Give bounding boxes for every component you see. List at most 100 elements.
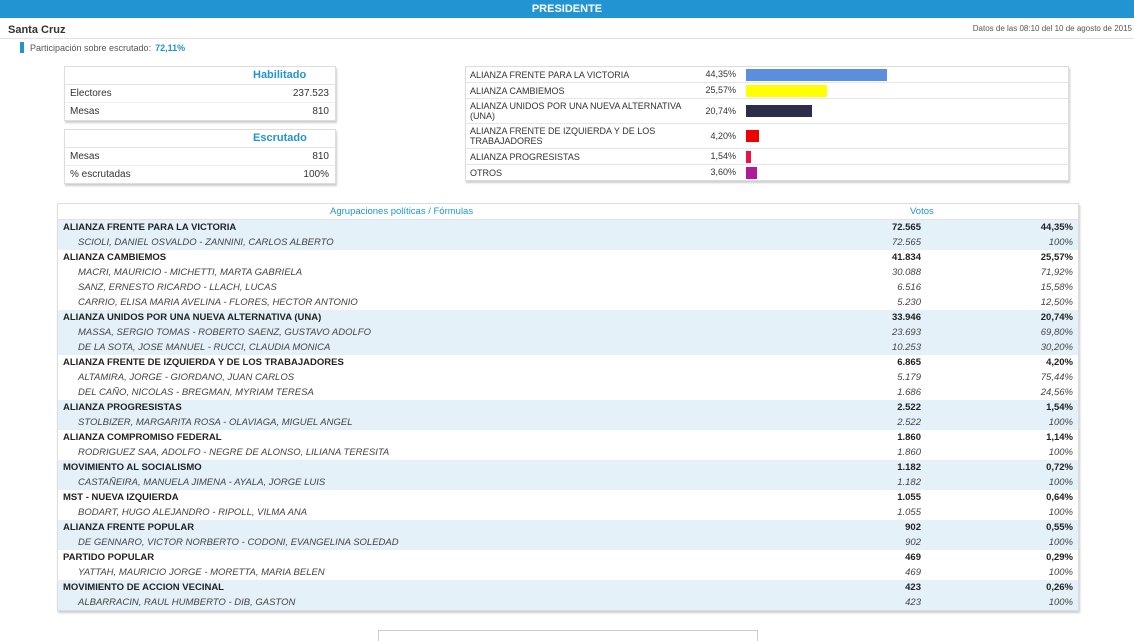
row-percent: 69,80%: [1040, 327, 1073, 338]
row-name: SANZ, ERNESTO RICARDO - LLACH, LUCAS: [78, 282, 277, 293]
row-votes: 1.860: [897, 447, 921, 458]
row-votes: 6.865: [897, 357, 921, 368]
bar-row: ALIANZA UNIDOS POR UNA NUEVA ALTERNATIVA…: [466, 99, 1068, 124]
bar-label: OTROS: [470, 168, 503, 178]
row-percent: 4,20%: [1046, 357, 1073, 368]
table-header: Agrupaciones políticas / Fórmulas Votos: [58, 204, 1078, 220]
row-votes: 902: [905, 537, 921, 548]
bar-label: ALIANZA FRENTE DE IZQUIERDA Y DE LOS TRA…: [470, 126, 656, 146]
row-votes: 2.522: [897, 417, 921, 428]
candidate-row: CARRIO, ELISA MARIA AVELINA - FLORES, HE…: [58, 295, 1078, 310]
escrutado-title: Escrutado: [65, 130, 335, 148]
bar-row: ALIANZA CAMBIEMOS 25,57%: [466, 83, 1068, 99]
row-value: 810: [312, 151, 329, 162]
candidate-row: STOLBIZER, MARGARITA ROSA - OLAVIAGA, MI…: [58, 415, 1078, 430]
row-percent: 0,29%: [1046, 552, 1073, 563]
row-votes: 2.522: [897, 402, 921, 413]
results-bar-chart: ALIANZA FRENTE PARA LA VICTORIA 44,35% ALI…: [465, 66, 1069, 181]
row-votes: 469: [905, 552, 921, 563]
row-name: ALIANZA FRENTE PARA LA VICTORIA: [63, 222, 237, 233]
row-votes: 1.860: [897, 432, 921, 443]
row-votes: 5.230: [897, 297, 921, 308]
row-votes: 469: [905, 567, 921, 578]
row-percent: 20,74%: [1040, 312, 1073, 323]
row-name: DEL CAÑO, NICOLAS - BREGMAN, MYRIAM TERE…: [78, 387, 314, 398]
party-row: ALIANZA UNIDOS POR UNA NUEVA ALTERNATIVA…: [58, 310, 1078, 325]
habilitado-title: Habilitado: [65, 67, 335, 85]
row-percent: 100%: [1048, 447, 1073, 458]
row-name: MASSA, SERGIO TOMAS - ROBERTO SAENZ, GUS…: [78, 327, 371, 338]
column-header-votes: Votos: [910, 206, 934, 217]
escrutado-box: Escrutado Mesas 810 % escrutadas 100%: [64, 129, 336, 184]
row-name: CASTAÑEIRA, MANUELA JIMENA - AYALA, JORG…: [78, 477, 326, 488]
row-name: ALTAMIRA, JORGE - GIORDANO, JUAN CARLOS: [78, 372, 295, 383]
row-percent: 44,35%: [1040, 222, 1073, 233]
bar-mark: [746, 105, 812, 117]
divider: [0, 38, 1134, 39]
column-header-parties: Agrupaciones políticas / Fórmulas: [330, 206, 474, 217]
row-percent: 100%: [1048, 537, 1073, 548]
row-name: SCIOLI, DANIEL OSVALDO - ZANNINI, CARLOS…: [78, 237, 334, 248]
row-percent: 0,72%: [1046, 462, 1073, 473]
row-name: MOVIMIENTO DE ACCION VECINAL: [63, 582, 224, 593]
row-votes: 902: [905, 522, 921, 533]
row-percent: 100%: [1048, 507, 1073, 518]
party-row: ALIANZA FRENTE POPULAR 902 0,55%: [58, 520, 1078, 535]
row-name: DE LA SOTA, JOSE MANUEL - RUCCI, CLAUDIA…: [78, 342, 331, 353]
bottom-panel-edge: [378, 630, 758, 641]
habilitado-row: Mesas 810: [65, 103, 335, 120]
bar-mark: [746, 151, 751, 163]
row-name: STOLBIZER, MARGARITA ROSA - OLAVIAGA, MI…: [78, 417, 353, 428]
row-name: MACRI, MAURICIO - MICHETTI, MARTA GABRIE…: [78, 267, 303, 278]
escrutado-row: Mesas 810: [65, 148, 335, 166]
row-label: Mesas: [70, 106, 100, 117]
row-votes: 23.693: [891, 327, 921, 338]
bar-percent: 25,57%: [705, 85, 736, 95]
region-name: Santa Cruz: [8, 24, 66, 36]
row-name: ALIANZA FRENTE DE IZQUIERDA Y DE LOS TRA…: [63, 357, 344, 368]
row-votes: 423: [905, 582, 921, 593]
party-row: MST - NUEVA IZQUIERDA 1.055 0,64%: [58, 490, 1078, 505]
row-percent: 30,20%: [1040, 342, 1073, 353]
row-name: PARTIDO POPULAR: [63, 552, 155, 563]
row-name: RODRIGUEZ SAA, ADOLFO - NEGRE DE ALONSO,…: [78, 447, 390, 458]
row-name: ALIANZA COMPROMISO FEDERAL: [63, 432, 222, 443]
row-votes: 423: [905, 597, 921, 608]
habilitado-row: Electores 237.523: [65, 85, 335, 103]
row-percent: 12,50%: [1040, 297, 1073, 308]
candidate-row: DEL CAÑO, NICOLAS - BREGMAN, MYRIAM TERE…: [58, 385, 1078, 400]
party-row: ALIANZA PROGRESISTAS 2.522 1,54%: [58, 400, 1078, 415]
row-name: DE GENNARO, VICTOR NORBERTO - CODONI, EV…: [78, 537, 399, 548]
bar-row: ALIANZA PROGRESISTAS 1,54%: [466, 149, 1068, 165]
row-value: 100%: [303, 169, 329, 180]
row-name: ALIANZA UNIDOS POR UNA NUEVA ALTERNATIVA…: [63, 312, 322, 323]
row-name: ALIANZA PROGRESISTAS: [63, 402, 182, 413]
bar-label: ALIANZA CAMBIEMOS: [470, 86, 565, 96]
row-percent: 0,64%: [1046, 492, 1073, 503]
candidate-row: SCIOLI, DANIEL OSVALDO - ZANNINI, CARLOS…: [58, 235, 1078, 250]
row-label: % escrutadas: [70, 169, 131, 180]
row-votes: 72.565: [891, 222, 921, 233]
participation-summary: Participación sobre escrutado: 72,11%: [20, 42, 186, 54]
party-row: ALIANZA COMPROMISO FEDERAL 1.860 1,14%: [58, 430, 1078, 445]
participation-label: Participación sobre escrutado:: [30, 43, 152, 53]
party-row: ALIANZA FRENTE DE IZQUIERDA Y DE LOS TRA…: [58, 355, 1078, 370]
row-votes: 1.055: [897, 492, 921, 503]
candidate-row: ALBARRACIN, RAUL HUMBERTO - DIB, GASTON 4…: [58, 595, 1078, 610]
data-timestamp: Datos de las 08:10 del 10 de agosto de 2…: [972, 24, 1132, 33]
party-row: ALIANZA CAMBIEMOS 41.834 25,57%: [58, 250, 1078, 265]
bar-label: ALIANZA PROGRESISTAS: [470, 152, 580, 162]
party-row: MOVIMIENTO DE ACCION VECINAL 423 0,26%: [58, 580, 1078, 595]
row-name: MST - NUEVA IZQUIERDA: [63, 492, 179, 503]
candidate-row: ALTAMIRA, JORGE - GIORDANO, JUAN CARLOS 5…: [58, 370, 1078, 385]
row-votes: 33.946: [891, 312, 921, 323]
row-percent: 1,14%: [1046, 432, 1073, 443]
row-percent: 0,26%: [1046, 582, 1073, 593]
row-percent: 100%: [1048, 477, 1073, 488]
row-votes: 72.565: [891, 237, 921, 248]
page-title-bar: PRESIDENTE: [0, 0, 1134, 18]
participation-value: 72,11%: [155, 43, 186, 53]
row-label: Mesas: [70, 151, 100, 162]
row-name: ALIANZA CAMBIEMOS: [63, 252, 167, 263]
bar-mark: [746, 167, 757, 179]
